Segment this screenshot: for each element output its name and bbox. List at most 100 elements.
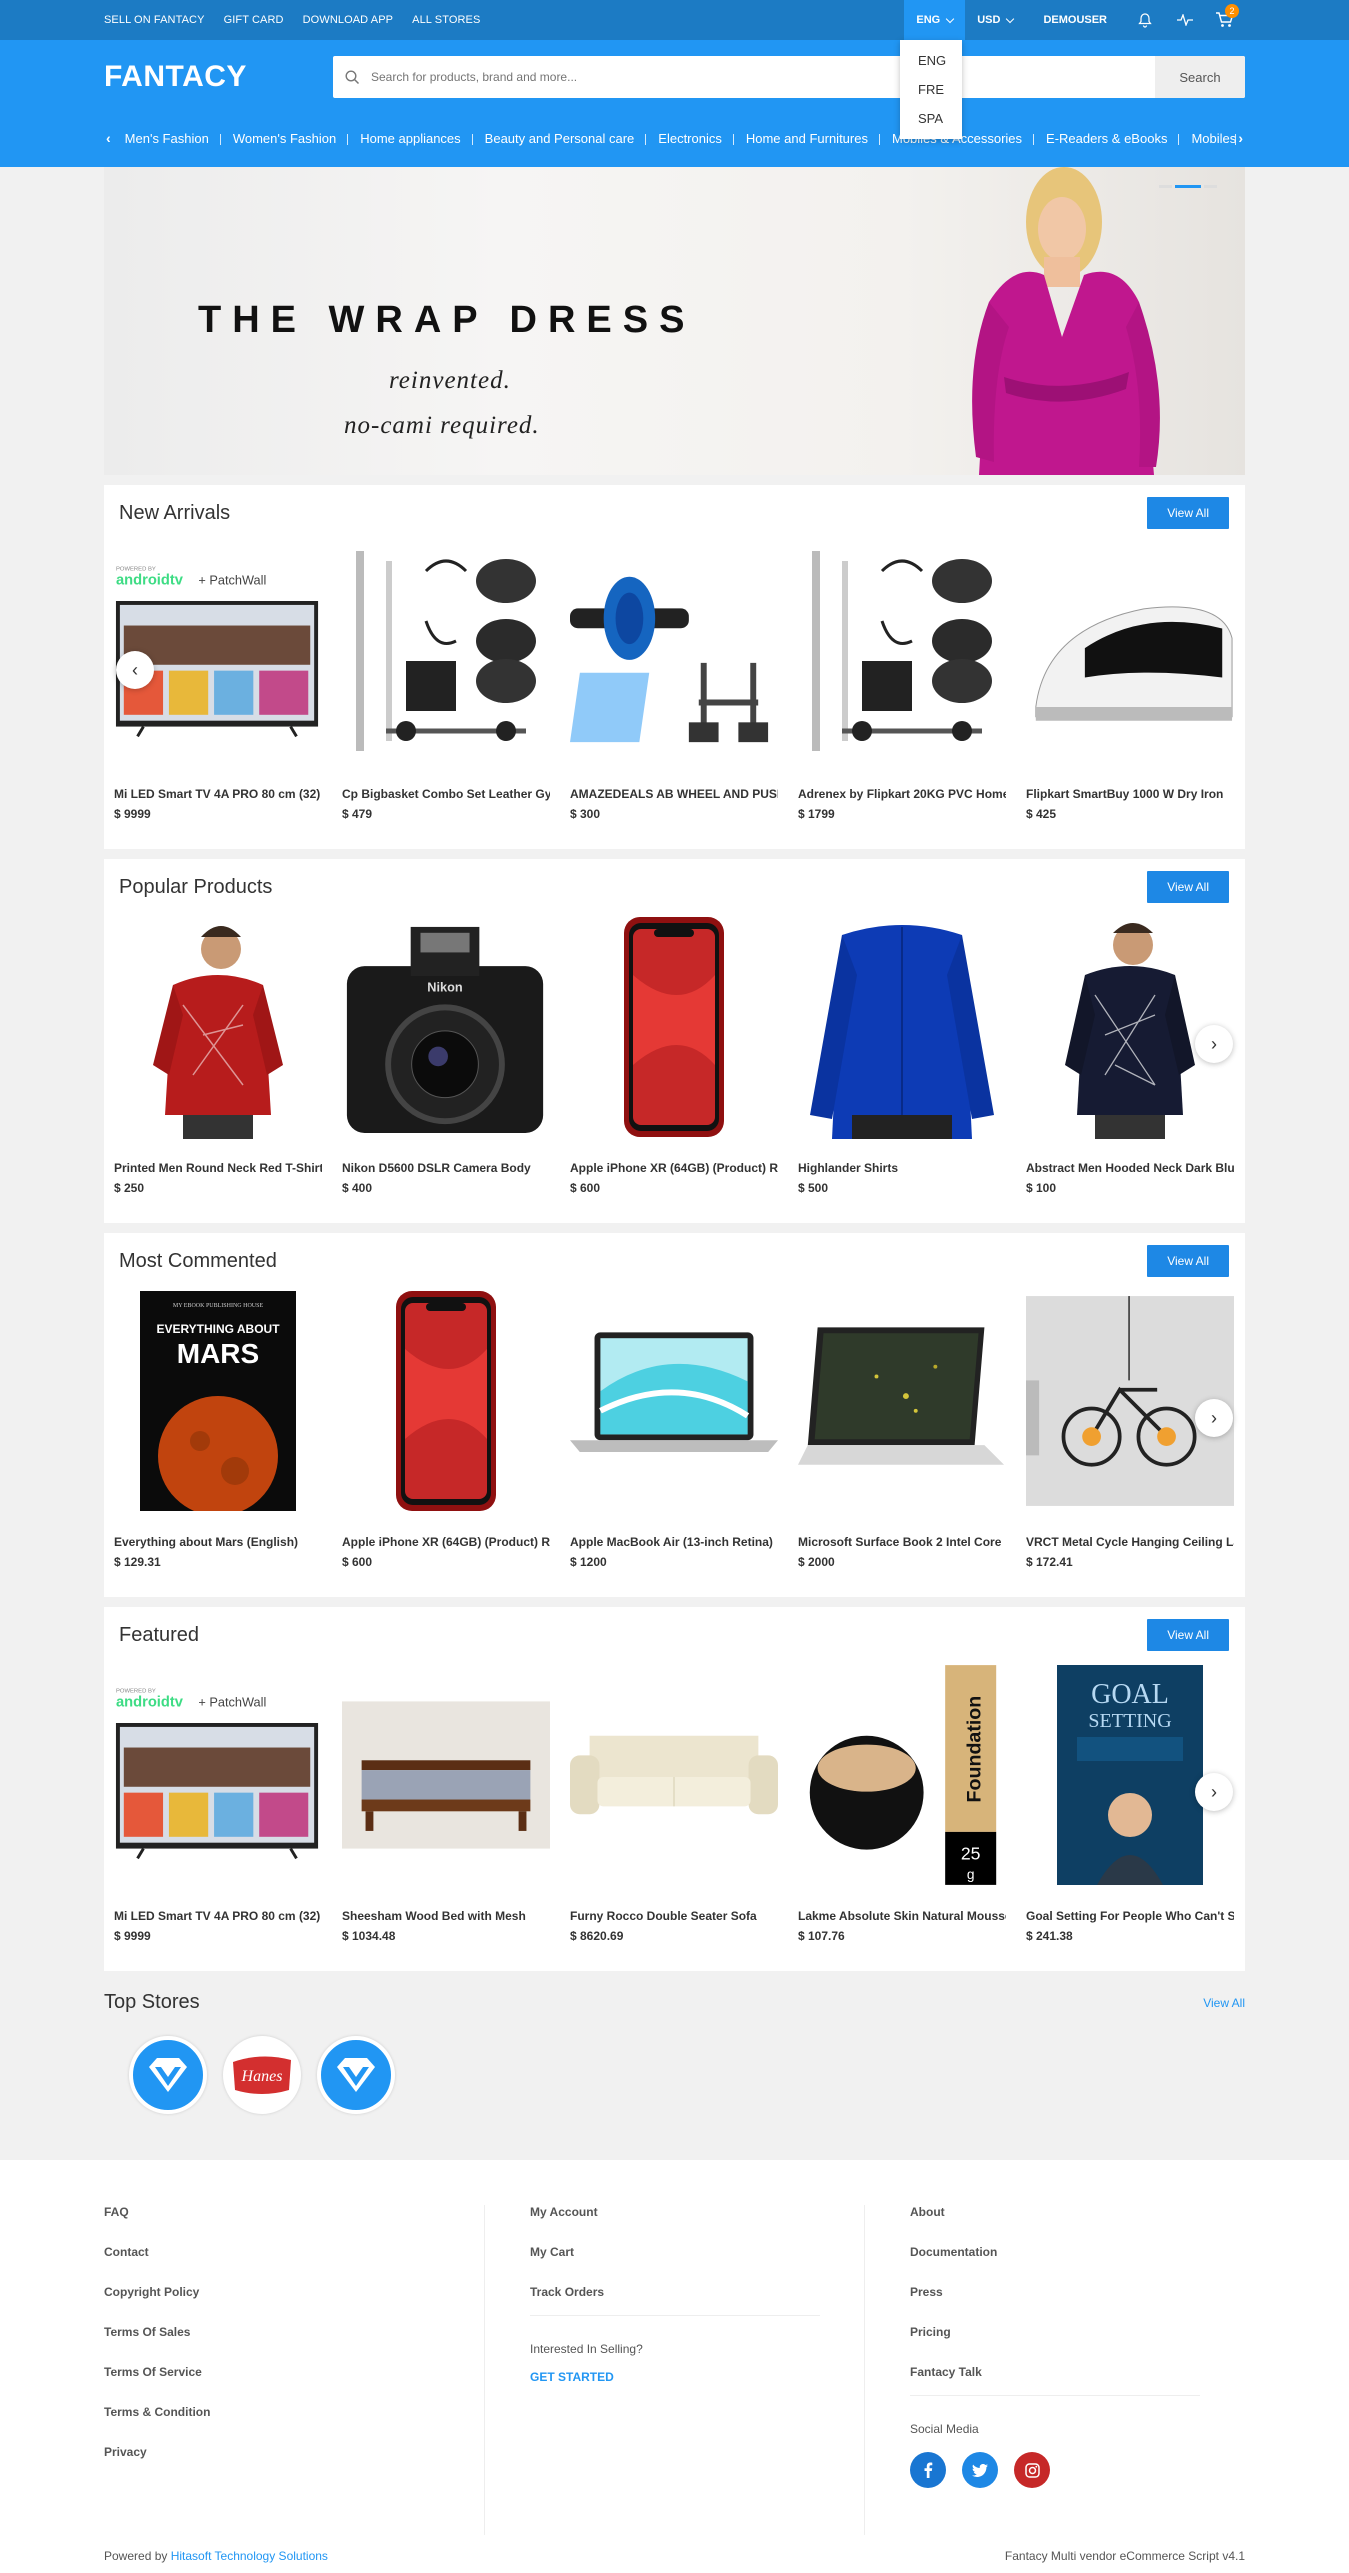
product-name[interactable]: Cp Bigbasket Combo Set Leather Gym Glove…	[342, 787, 550, 801]
activity-button[interactable]	[1165, 0, 1205, 40]
view-all-button[interactable]: View All	[1147, 1619, 1229, 1651]
footer-link-my-cart[interactable]: My Cart	[530, 2245, 864, 2259]
store-logo[interactable]	[129, 2036, 207, 2114]
product-image[interactable]: Nikon	[342, 915, 550, 1139]
view-all-button[interactable]: View All	[1147, 1245, 1229, 1277]
footer-link-about[interactable]: About	[910, 2205, 1245, 2219]
facebook-icon[interactable]	[910, 2452, 946, 2488]
product-name[interactable]: Apple MacBook Air (13-inch Retina)	[570, 1535, 778, 1549]
footer-link-copyright[interactable]: Copyright Policy	[104, 2285, 484, 2299]
product-name[interactable]: Everything about Mars (English)	[114, 1535, 322, 1549]
product-card[interactable]: Microsoft Surface Book 2 Intel Core $ 20…	[788, 1289, 1016, 1597]
category-electronics[interactable]: Electronics	[646, 131, 734, 146]
product-name[interactable]: Highlander Shirts	[798, 1161, 1006, 1175]
footer-link-contact[interactable]: Contact	[104, 2245, 484, 2259]
language-option-fre[interactable]: FRE	[900, 75, 962, 104]
cart-button[interactable]: 2	[1205, 0, 1245, 40]
product-image[interactable]	[798, 915, 1006, 1139]
product-name[interactable]: AMAZEDEALS AB WHEEL AND PUSH UP BAR	[570, 787, 778, 801]
product-image[interactable]	[342, 541, 550, 765]
category-mens-fashion[interactable]: Men's Fashion	[113, 131, 221, 146]
product-name[interactable]: Mi LED Smart TV 4A PRO 80 cm (32)	[114, 1909, 322, 1923]
product-image[interactable]: Foundation 25 g	[798, 1663, 1006, 1887]
footer-link-privacy[interactable]: Privacy	[104, 2445, 484, 2459]
hero-banner[interactable]: THE WRAP DRESS reinvented. no-cami requi…	[104, 167, 1245, 475]
category-mobiles-tablets[interactable]: Mobiles & Tablets	[1179, 131, 1236, 146]
chevron-right-icon[interactable]: ›	[1236, 130, 1245, 146]
all-stores-link[interactable]: ALL STORES	[412, 14, 480, 26]
pagination-dot[interactable]	[1159, 185, 1172, 188]
gift-card-link[interactable]: GIFT CARD	[224, 14, 284, 26]
user-menu[interactable]: DEMOUSER	[1025, 0, 1125, 40]
footer-link-track-orders[interactable]: Track Orders	[530, 2285, 864, 2299]
product-card[interactable]: Flipkart SmartBuy 1000 W Dry Iron $ 425	[1016, 541, 1244, 849]
product-card[interactable]: Apple iPhone XR (64GB) (Product) RED $ 6…	[560, 915, 788, 1223]
product-name[interactable]: Microsoft Surface Book 2 Intel Core	[798, 1535, 1006, 1549]
product-name[interactable]: Adrenex by Flipkart 20KG PVC Home Gym	[798, 787, 1006, 801]
category-beauty[interactable]: Beauty and Personal care	[473, 131, 647, 146]
product-card[interactable]: Furny Rocco Double Seater Sofa $ 8620.69	[560, 1663, 788, 1971]
carousel-next-button[interactable]: ›	[1195, 1399, 1233, 1437]
top-stores-view-all[interactable]: View All	[1203, 1996, 1245, 2010]
product-name[interactable]: Nikon D5600 DSLR Camera Body	[342, 1161, 550, 1175]
product-image[interactable]	[798, 541, 1006, 765]
product-name[interactable]: Goal Setting For People Who Can't Set Go…	[1026, 1909, 1234, 1923]
get-started-link[interactable]: GET STARTED	[530, 2370, 864, 2384]
pagination-dot[interactable]	[1204, 185, 1217, 188]
product-image[interactable]	[570, 541, 778, 765]
product-card[interactable]: Adrenex by Flipkart 20KG PVC Home Gym $ …	[788, 541, 1016, 849]
category-home-furnitures[interactable]: Home and Furnitures	[734, 131, 881, 146]
product-card[interactable]: MY EBOOK PUBLISHING HOUSE EVERYTHING ABOU…	[104, 1289, 332, 1597]
search-input[interactable]	[371, 56, 1155, 98]
product-image[interactable]	[570, 915, 778, 1139]
carousel-next-button[interactable]: ›	[1195, 1025, 1233, 1063]
product-card[interactable]: GOAL SETTING Goal Setting For People Who …	[1016, 1663, 1244, 1971]
twitter-icon[interactable]	[962, 2452, 998, 2488]
footer-link-terms-sales[interactable]: Terms Of Sales	[104, 2325, 484, 2339]
product-card[interactable]: Nikon Nikon D5600 DSLR Camera Body $ 400	[332, 915, 560, 1223]
language-option-eng[interactable]: ENG	[900, 46, 962, 75]
carousel-next-button[interactable]: ›	[1195, 1773, 1233, 1811]
language-option-spa[interactable]: SPA	[900, 104, 962, 133]
product-card[interactable]: Cp Bigbasket Combo Set Leather Gym Glove…	[332, 541, 560, 849]
product-card[interactable]: Printed Men Round Neck Red T-Shirt $ 250	[104, 915, 332, 1223]
product-image[interactable]: POWERED BY androidtv + PatchWall	[114, 1663, 322, 1887]
product-card[interactable]: Abstract Men Hooded Neck Dark Blue $ 100	[1016, 915, 1244, 1223]
category-ereaders[interactable]: E-Readers & eBooks	[1034, 131, 1180, 146]
footer-link-documentation[interactable]: Documentation	[910, 2245, 1245, 2259]
product-name[interactable]: Apple iPhone XR (64GB) (Product) RED	[342, 1535, 550, 1549]
instagram-icon[interactable]	[1014, 2452, 1050, 2488]
product-name[interactable]: Furny Rocco Double Seater Sofa	[570, 1909, 778, 1923]
search-button[interactable]: Search	[1155, 56, 1245, 98]
product-name[interactable]: Flipkart SmartBuy 1000 W Dry Iron	[1026, 787, 1234, 801]
currency-selector[interactable]: USD	[965, 0, 1025, 40]
footer-link-faq[interactable]: FAQ	[104, 2205, 484, 2219]
footer-link-press[interactable]: Press	[910, 2285, 1245, 2299]
product-card[interactable]: Foundation 25 g Lakme Absolute Skin Natura…	[788, 1663, 1016, 1971]
product-card[interactable]: POWERED BY androidtv + PatchWall Mi LED Sm…	[104, 541, 332, 849]
product-card[interactable]: Sheesham Wood Bed with Mesh $ 1034.48	[332, 1663, 560, 1971]
product-name[interactable]: Sheesham Wood Bed with Mesh	[342, 1909, 550, 1923]
product-image[interactable]	[798, 1289, 1006, 1513]
view-all-button[interactable]: View All	[1147, 497, 1229, 529]
footer-link-terms-service[interactable]: Terms Of Service	[104, 2365, 484, 2379]
pagination-dot-active[interactable]	[1175, 185, 1201, 188]
product-name[interactable]: Abstract Men Hooded Neck Dark Blue	[1026, 1161, 1234, 1175]
download-app-link[interactable]: DOWNLOAD APP	[303, 14, 393, 26]
chevron-left-icon[interactable]: ‹	[104, 130, 113, 146]
store-logo[interactable]	[317, 2036, 395, 2114]
product-card[interactable]: AMAZEDEALS AB WHEEL AND PUSH UP BAR $ 30…	[560, 541, 788, 849]
language-selector[interactable]: ENG	[904, 0, 966, 40]
notification-button[interactable]	[1125, 0, 1165, 40]
powered-by-link[interactable]: Hitasoft Technology Solutions	[171, 2549, 328, 2563]
product-image[interactable]	[114, 915, 322, 1139]
product-image[interactable]	[342, 1663, 550, 1887]
product-image[interactable]: MY EBOOK PUBLISHING HOUSE EVERYTHING ABOU…	[114, 1289, 322, 1513]
product-image[interactable]	[1026, 541, 1234, 765]
product-name[interactable]: Mi LED Smart TV 4A PRO 80 cm (32)	[114, 787, 322, 801]
view-all-button[interactable]: View All	[1147, 871, 1229, 903]
category-womens-fashion[interactable]: Women's Fashion	[221, 131, 349, 146]
footer-link-terms-condition[interactable]: Terms & Condition	[104, 2405, 484, 2419]
product-image[interactable]	[570, 1289, 778, 1513]
footer-link-pricing[interactable]: Pricing	[910, 2325, 1245, 2339]
